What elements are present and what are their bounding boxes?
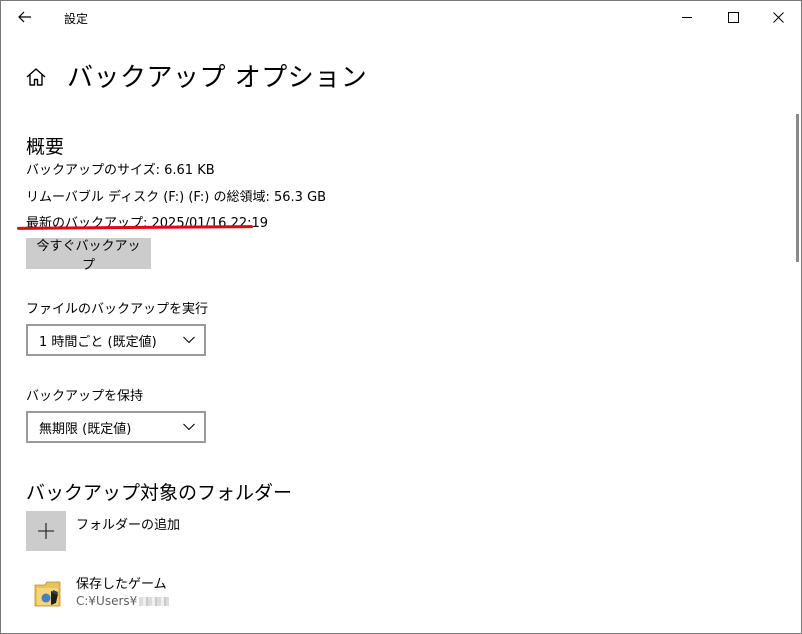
- folder-path: C:¥Users¥: [76, 594, 170, 608]
- title-bar: 設定: [1, 1, 801, 33]
- add-folder-label[interactable]: フォルダーの追加: [76, 514, 180, 533]
- maximize-icon: [727, 11, 739, 23]
- close-button[interactable]: [755, 1, 801, 33]
- redacted-username: [139, 596, 170, 606]
- keep-backups-label: バックアップを保持: [26, 389, 144, 404]
- plus-icon: [38, 523, 54, 539]
- back-arrow-icon: [18, 11, 31, 23]
- keep-backups-value: 無期限 (既定値): [39, 421, 132, 437]
- minimize-button[interactable]: [664, 1, 710, 33]
- close-icon: [772, 11, 784, 23]
- backup-frequency-select[interactable]: 1 時間ごと (既定値): [26, 324, 206, 356]
- backup-frequency-label: ファイルのバックアップを実行: [26, 302, 209, 317]
- chevron-down-icon: [183, 423, 195, 431]
- minimize-icon: [681, 16, 692, 18]
- folder-name: 保存したゲーム: [76, 577, 167, 592]
- settings-window: 設定 バックアップ オプション 概要 バックアップのサイズ: 6.61 KB リ…: [0, 0, 802, 634]
- backup-now-button[interactable]: 今すぐバックアップ: [26, 238, 151, 273]
- chevron-down-icon: [183, 336, 195, 344]
- folders-heading: バックアップ対象のフォルダー: [26, 482, 293, 504]
- scrollbar[interactable]: [796, 114, 799, 262]
- page-header: バックアップ オプション: [25, 57, 367, 93]
- add-folder-button[interactable]: [26, 511, 66, 551]
- page-title: バックアップ オプション: [67, 62, 368, 93]
- backup-size-text: バックアップのサイズ: 6.61 KB: [26, 163, 215, 178]
- overview-heading: 概要: [26, 136, 65, 158]
- home-icon[interactable]: [25, 66, 47, 88]
- disk-total-text: リムーバブル ディスク (F:) (F:) の総領域: 56.3 GB: [26, 190, 327, 205]
- maximize-button[interactable]: [710, 1, 756, 33]
- app-title: 設定: [64, 12, 89, 26]
- saved-games-folder-icon: [34, 581, 61, 607]
- back-button[interactable]: [9, 5, 41, 29]
- keep-backups-select[interactable]: 無期限 (既定値): [26, 411, 206, 443]
- folder-path-text: C:¥Users¥: [76, 594, 138, 608]
- backup-frequency-value: 1 時間ごと (既定値): [39, 334, 157, 350]
